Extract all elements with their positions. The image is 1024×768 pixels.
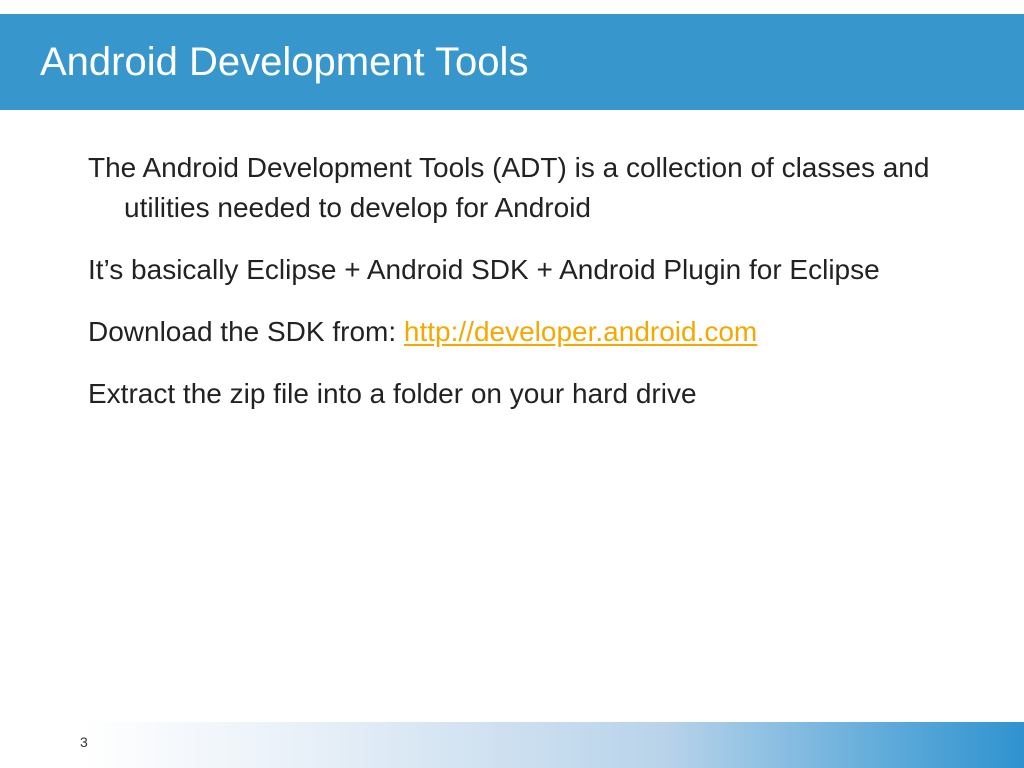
- bullet-extract-zip: Extract the zip file into a folder on yo…: [88, 374, 968, 414]
- bullet-text: Extract the zip file into a folder on yo…: [88, 378, 697, 409]
- page-number: 3: [80, 734, 88, 750]
- title-bar: Android Development Tools: [0, 14, 1024, 110]
- slide: Android Development Tools The Android De…: [0, 0, 1024, 768]
- bullet-text: The Android Development Tools (ADT) is a…: [88, 152, 930, 223]
- top-strip: [0, 0, 1024, 14]
- bullet-eclipse-sdk: It’s basically Eclipse + Android SDK + A…: [88, 250, 968, 290]
- footer-bar: 3: [0, 722, 1024, 768]
- bullet-list: The Android Development Tools (ADT) is a…: [88, 148, 968, 436]
- bullet-adt-description: The Android Development Tools (ADT) is a…: [88, 148, 968, 228]
- bullet-download-sdk: Download the SDK from: http://developer.…: [88, 312, 968, 352]
- slide-title: Android Development Tools: [40, 40, 529, 84]
- sdk-download-link[interactable]: http://developer.android.com: [404, 316, 757, 347]
- bullet-text: It’s basically Eclipse + Android SDK + A…: [88, 254, 880, 285]
- bullet-text: Download the SDK from:: [88, 316, 404, 347]
